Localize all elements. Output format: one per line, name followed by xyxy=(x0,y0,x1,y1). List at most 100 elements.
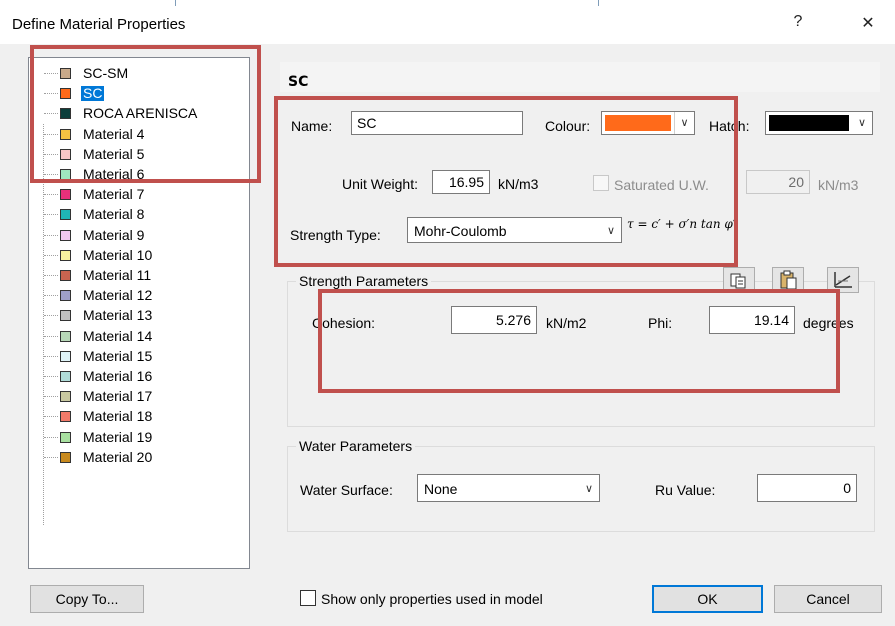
tree-connector xyxy=(44,73,58,74)
tree-connector xyxy=(44,133,58,135)
cohesion-input[interactable]: 5.276 xyxy=(451,306,537,334)
material-tree-label: Material 5 xyxy=(83,145,145,162)
material-tree-label: Material 11 xyxy=(83,267,152,283)
material-tree-item[interactable]: Material 11 xyxy=(29,267,249,284)
material-tree-item[interactable]: Material 14 xyxy=(29,328,249,345)
material-tree-label: Material 7 xyxy=(83,186,145,203)
material-tree-item[interactable]: Material 12 xyxy=(29,287,249,304)
material-tree-item[interactable]: Material 18 xyxy=(29,408,249,425)
material-tree-item[interactable]: Material 20 xyxy=(29,449,249,466)
help-icon[interactable]: ? xyxy=(783,13,813,35)
strength-type-value: Mohr-Coulomb xyxy=(414,223,507,239)
material-tree-item[interactable]: Material 16 xyxy=(29,368,249,385)
material-color-swatch xyxy=(60,128,71,140)
material-tree-item[interactable]: Material 4 xyxy=(29,126,249,143)
tree-connector xyxy=(44,214,58,216)
material-color-swatch xyxy=(60,209,71,221)
hatch-label: Hatch: xyxy=(709,118,750,134)
material-tree-item[interactable]: Material 7 xyxy=(29,186,249,203)
chevron-down-icon: ∨ xyxy=(606,225,616,237)
tree-connector xyxy=(44,315,58,317)
name-label: Name: xyxy=(291,118,333,134)
title-bar-divider xyxy=(598,0,599,6)
material-tree-label: Material 20 xyxy=(83,448,153,465)
cohesion-unit: kN/m2 xyxy=(546,315,587,331)
chart-parameters-button[interactable] xyxy=(827,267,859,293)
material-tree-item[interactable]: ROCA ARENISCA xyxy=(29,105,249,122)
water-surface-label: Water Surface: xyxy=(300,482,393,498)
water-surface-value: None xyxy=(424,481,458,497)
material-color-swatch xyxy=(60,310,71,322)
material-tree-item[interactable]: Material 6 xyxy=(29,166,249,183)
water-surface-dropdown[interactable]: None ∨ xyxy=(417,474,600,502)
material-tree-item[interactable]: Material 5 xyxy=(29,146,249,163)
material-tree-item[interactable]: SC-SM xyxy=(29,65,249,82)
tree-connector xyxy=(44,153,58,155)
material-tree-item[interactable]: Material 17 xyxy=(29,388,249,405)
saturated-input[interactable]: 20 xyxy=(746,170,810,194)
hatch-dropdown[interactable]: ∨ xyxy=(765,111,873,135)
copy-to-button[interactable]: Copy To... xyxy=(30,585,144,613)
ok-button[interactable]: OK xyxy=(652,585,763,613)
material-tree-item[interactable]: Material 15 xyxy=(29,348,249,365)
material-color-swatch xyxy=(60,371,71,382)
cohesion-label: Cohesion: xyxy=(312,315,376,331)
material-tree-item[interactable]: Material 10 xyxy=(29,247,249,264)
material-color-swatch xyxy=(60,88,71,100)
material-tree-label: Material 18 xyxy=(83,408,153,425)
material-tree-item[interactable]: Material 9 xyxy=(29,227,249,244)
material-tree-item[interactable]: Material 19 xyxy=(29,429,249,446)
material-tree-label: Material 4 xyxy=(83,125,145,142)
close-icon[interactable]: ✕ xyxy=(853,13,883,35)
paste-icon xyxy=(780,270,797,290)
material-tree-label: Material 17 xyxy=(83,388,153,405)
material-tree-item[interactable]: Material 8 xyxy=(29,206,249,223)
material-color-swatch xyxy=(60,68,71,79)
material-header: SC xyxy=(288,74,309,90)
material-color-swatch xyxy=(60,451,71,463)
unit-weight-input[interactable]: 16.95 xyxy=(432,170,490,194)
material-color-swatch xyxy=(60,189,71,201)
unit-weight-label: Unit Weight: xyxy=(342,176,418,192)
paste-parameters-button[interactable] xyxy=(772,267,804,293)
window-title: Define Material Properties xyxy=(12,16,186,33)
tree-connector xyxy=(44,113,58,115)
saturated-label: Saturated U.W. xyxy=(614,177,709,193)
material-tree-label: Material 12 xyxy=(83,287,153,304)
tree-connector xyxy=(44,174,58,175)
material-tree[interactable]: SC-SM SC ROCA ARENISCA Material 4 Material 5… xyxy=(28,57,250,569)
material-color-swatch xyxy=(60,391,71,403)
strength-parameters-group xyxy=(287,281,875,427)
material-tree-item[interactable]: Material 13 xyxy=(29,307,249,324)
copy-parameters-button[interactable] xyxy=(723,267,755,293)
colour-dropdown[interactable]: ∨ xyxy=(601,111,695,135)
material-header-strip xyxy=(280,62,880,92)
material-color-swatch xyxy=(60,249,71,261)
material-tree-label: Material 13 xyxy=(83,307,153,324)
ru-value-input[interactable]: 0 xyxy=(757,474,857,502)
material-color-swatch xyxy=(60,431,71,443)
cancel-button[interactable]: Cancel xyxy=(774,585,882,613)
name-input[interactable]: SC xyxy=(351,111,523,135)
material-tree-label: Material 19 xyxy=(83,428,153,445)
tree-connector xyxy=(44,93,58,95)
material-color-swatch xyxy=(60,148,71,160)
material-color-swatch xyxy=(60,411,71,423)
material-tree-item[interactable]: SC xyxy=(29,85,249,102)
phi-label: Phi: xyxy=(648,315,673,331)
tree-connector xyxy=(44,254,58,256)
material-color-swatch xyxy=(60,229,71,241)
strength-type-label: Strength Type: xyxy=(290,227,381,243)
saturated-checkbox[interactable] xyxy=(593,175,609,191)
show-only-used-checkbox[interactable] xyxy=(300,590,316,606)
material-tree-label: Material 6 xyxy=(83,166,145,182)
phi-input[interactable]: 19.14 xyxy=(709,306,795,334)
show-only-used-label[interactable]: Show only properties used in model xyxy=(321,591,543,607)
phi-unit: degrees xyxy=(803,315,854,331)
strength-type-dropdown[interactable]: Mohr-Coulomb ∨ xyxy=(407,217,622,243)
chart-icon xyxy=(834,272,852,288)
tree-connector xyxy=(44,355,58,357)
material-tree-label: Material 10 xyxy=(83,246,153,263)
material-color-swatch xyxy=(60,169,71,180)
colour-label: Colour: xyxy=(545,118,591,134)
